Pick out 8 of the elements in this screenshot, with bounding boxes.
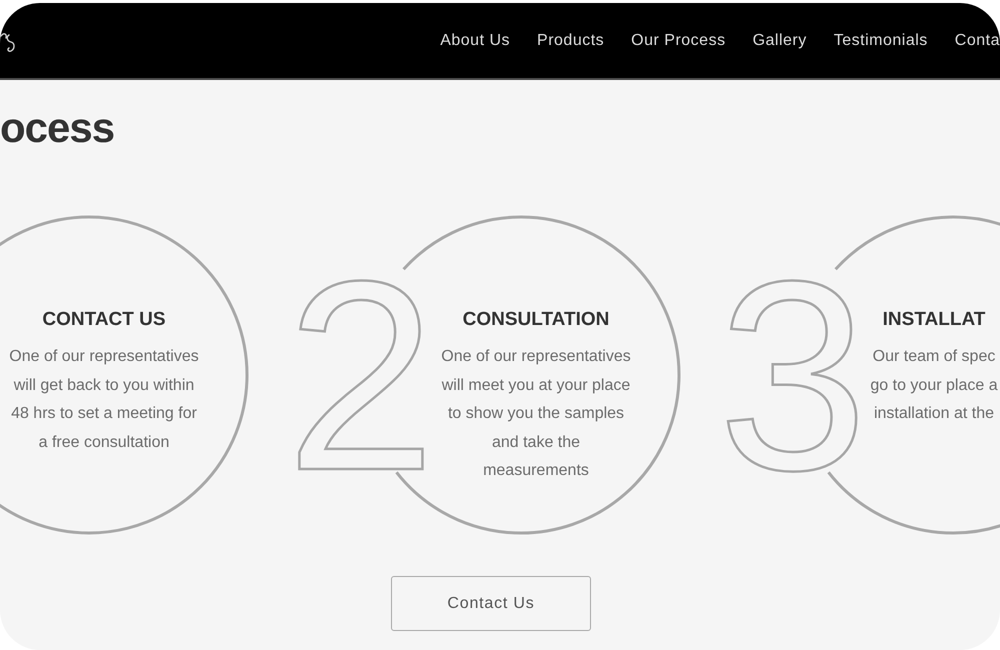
nav-link[interactable]: Testimonials	[834, 32, 928, 50]
nav-link[interactable]: Our Process	[631, 32, 726, 50]
section-heading: ocess	[0, 103, 114, 153]
contact-button[interactable]: Contact Us	[391, 576, 591, 631]
nav-link[interactable]: Gallery	[752, 32, 807, 50]
nav-link[interactable]: Conta	[954, 32, 1000, 50]
nav-link[interactable]: About Us	[440, 32, 510, 50]
nav-link[interactable]: Products	[537, 32, 604, 50]
